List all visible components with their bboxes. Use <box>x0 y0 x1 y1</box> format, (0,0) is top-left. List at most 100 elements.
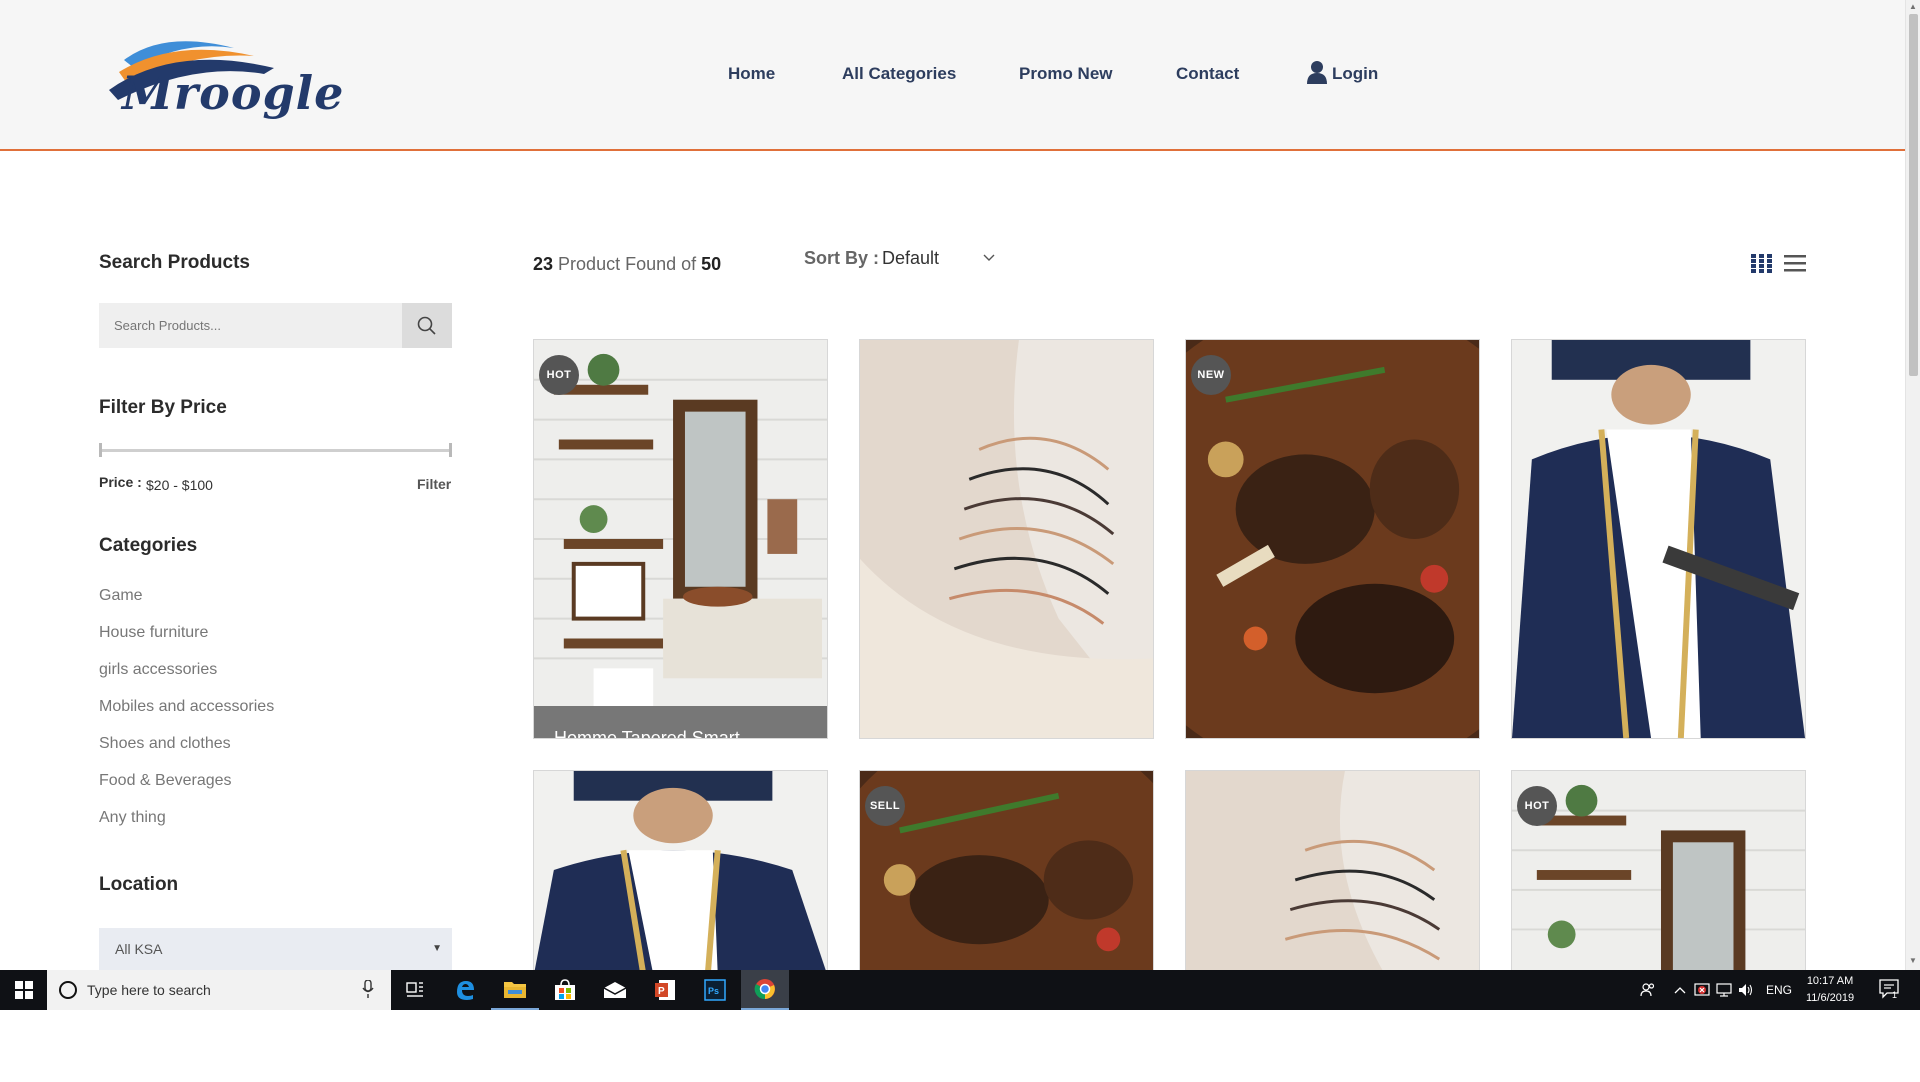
bracelets-image <box>1186 771 1479 974</box>
traditional-robe-image <box>1512 340 1805 738</box>
clock-time: 10:17 AM <box>1806 975 1854 987</box>
product-card[interactable]: HOT <box>1511 770 1806 975</box>
category-item[interactable]: Food & Beverages <box>99 772 232 790</box>
edge-browser-icon <box>457 981 474 1000</box>
powerpoint-icon: P <box>655 980 675 1000</box>
nav-promo-new[interactable]: Promo New <box>1019 64 1113 84</box>
product-card[interactable] <box>859 339 1154 739</box>
total-count: 50 <box>701 254 722 274</box>
taskbar-powerpoint[interactable]: P <box>641 970 689 1010</box>
product-card[interactable] <box>1185 770 1480 975</box>
product-card[interactable]: HOT Homme Tapered Smart <box>533 339 828 739</box>
cortana-icon <box>59 981 77 999</box>
sort-select[interactable]: Default <box>882 248 939 269</box>
photoshop-icon: Ps <box>704 979 726 1001</box>
chevron-up-icon <box>1674 987 1686 994</box>
chevron-down-icon[interactable] <box>982 250 996 264</box>
product-badge: SELL <box>865 786 905 826</box>
location-value: All KSA <box>115 941 163 957</box>
found-count: 23 <box>533 254 554 274</box>
taskbar-chrome[interactable] <box>741 970 789 1010</box>
category-item[interactable]: Mobiles and accessories <box>99 698 274 716</box>
price-max-handle[interactable] <box>449 443 452 457</box>
taskbar-search[interactable]: Type here to search <box>47 970 391 1010</box>
filter-price-heading: Filter By Price <box>99 397 227 418</box>
scroll-up-icon[interactable]: ▲ <box>1909 2 1917 11</box>
windows-logo-icon <box>14 981 33 999</box>
volume-tray-button[interactable] <box>1736 970 1756 1010</box>
product-badge: NEW <box>1191 355 1231 395</box>
product-title-bar: Homme Tapered Smart <box>534 706 827 738</box>
taskbar-store[interactable] <box>541 970 589 1010</box>
categories-heading: Categories <box>99 535 198 556</box>
network-icon <box>1716 983 1732 997</box>
security-tray-button[interactable] <box>1692 970 1712 1010</box>
list-view-icon[interactable] <box>1784 255 1806 272</box>
start-button[interactable] <box>0 970 47 1010</box>
search-icon <box>417 316 436 335</box>
empty-area <box>0 1010 1920 1082</box>
windows-taskbar: Type here to search P Ps ENG 10:17 AM 11… <box>0 970 1920 1010</box>
search-button[interactable] <box>402 303 452 348</box>
taskbar-file-explorer[interactable] <box>491 970 539 1010</box>
bracelets-image <box>860 340 1153 738</box>
category-item[interactable]: Game <box>99 587 143 605</box>
taskbar-clock[interactable]: 10:17 AM 11/6/2019 <box>1806 973 1854 1007</box>
product-title[interactable]: Homme Tapered Smart <box>554 728 740 738</box>
clock-date: 11/6/2019 <box>1806 992 1855 1004</box>
svg-text:P: P <box>658 986 665 997</box>
nav-all-categories[interactable]: All Categories <box>842 64 956 84</box>
page-scrollbar[interactable]: ▲ ▼ <box>1905 0 1920 970</box>
task-view-button[interactable] <box>391 970 439 1010</box>
category-item[interactable]: girls accessories <box>99 661 217 679</box>
category-item[interactable]: House furniture <box>99 624 208 642</box>
price-range-slider[interactable] <box>99 443 452 457</box>
show-hidden-icons[interactable] <box>1670 970 1690 1010</box>
product-card[interactable] <box>1511 339 1806 739</box>
product-card[interactable]: SELL <box>859 770 1154 975</box>
nav-home[interactable]: Home <box>728 64 775 84</box>
taskbar-edge[interactable] <box>441 970 489 1010</box>
search-input[interactable] <box>99 303 402 348</box>
user-icon <box>1307 61 1327 84</box>
filter-button[interactable]: Filter <box>417 476 451 492</box>
price-value: $20 - $100 <box>146 477 213 493</box>
mail-icon <box>603 982 627 998</box>
bathroom-shelves-image <box>534 340 827 738</box>
taskbar-mail[interactable] <box>591 970 639 1010</box>
network-tray-button[interactable] <box>1714 970 1734 1010</box>
action-center-button[interactable]: 1 <box>1878 978 1900 1005</box>
grid-view-icon[interactable] <box>1751 254 1772 273</box>
security-alert-icon <box>1694 983 1710 996</box>
scroll-down-icon[interactable]: ▼ <box>1909 956 1917 965</box>
input-language[interactable]: ENG <box>1760 970 1798 1010</box>
chrome-icon <box>754 979 775 1000</box>
category-item[interactable]: Any thing <box>99 809 166 827</box>
dropdown-arrow-icon: ▼ <box>432 943 442 954</box>
product-card[interactable] <box>533 770 828 975</box>
price-min-handle[interactable] <box>99 443 102 457</box>
location-heading: Location <box>99 874 179 895</box>
microphone-icon[interactable] <box>362 980 374 998</box>
nav-login[interactable]: Login <box>1306 60 1378 84</box>
price-range-track <box>101 449 450 452</box>
people-button[interactable] <box>1636 970 1660 1010</box>
nav-login-label: Login <box>1332 64 1379 83</box>
scroll-thumb[interactable] <box>1909 14 1918 376</box>
taskbar-search-text: Type here to search <box>87 982 211 998</box>
product-card[interactable]: NEW <box>1185 339 1480 739</box>
category-item[interactable]: Shoes and clothes <box>99 735 231 753</box>
location-select[interactable]: All KSA ▼ <box>99 928 452 970</box>
nav-contact[interactable]: Contact <box>1176 64 1239 84</box>
product-badge: HOT <box>539 355 579 395</box>
people-icon <box>1640 983 1655 997</box>
folder-icon <box>504 982 526 998</box>
taskbar-photoshop[interactable]: Ps <box>691 970 739 1010</box>
search-products-heading: Search Products <box>99 252 250 273</box>
svg-text:Ps: Ps <box>708 986 719 996</box>
results-count: 23 Product Found of 50 <box>533 254 721 275</box>
traditional-robe-image <box>534 771 827 974</box>
product-badge: HOT <box>1517 786 1557 826</box>
search-box <box>99 303 452 348</box>
notification-count: 1 <box>1892 990 1898 1000</box>
